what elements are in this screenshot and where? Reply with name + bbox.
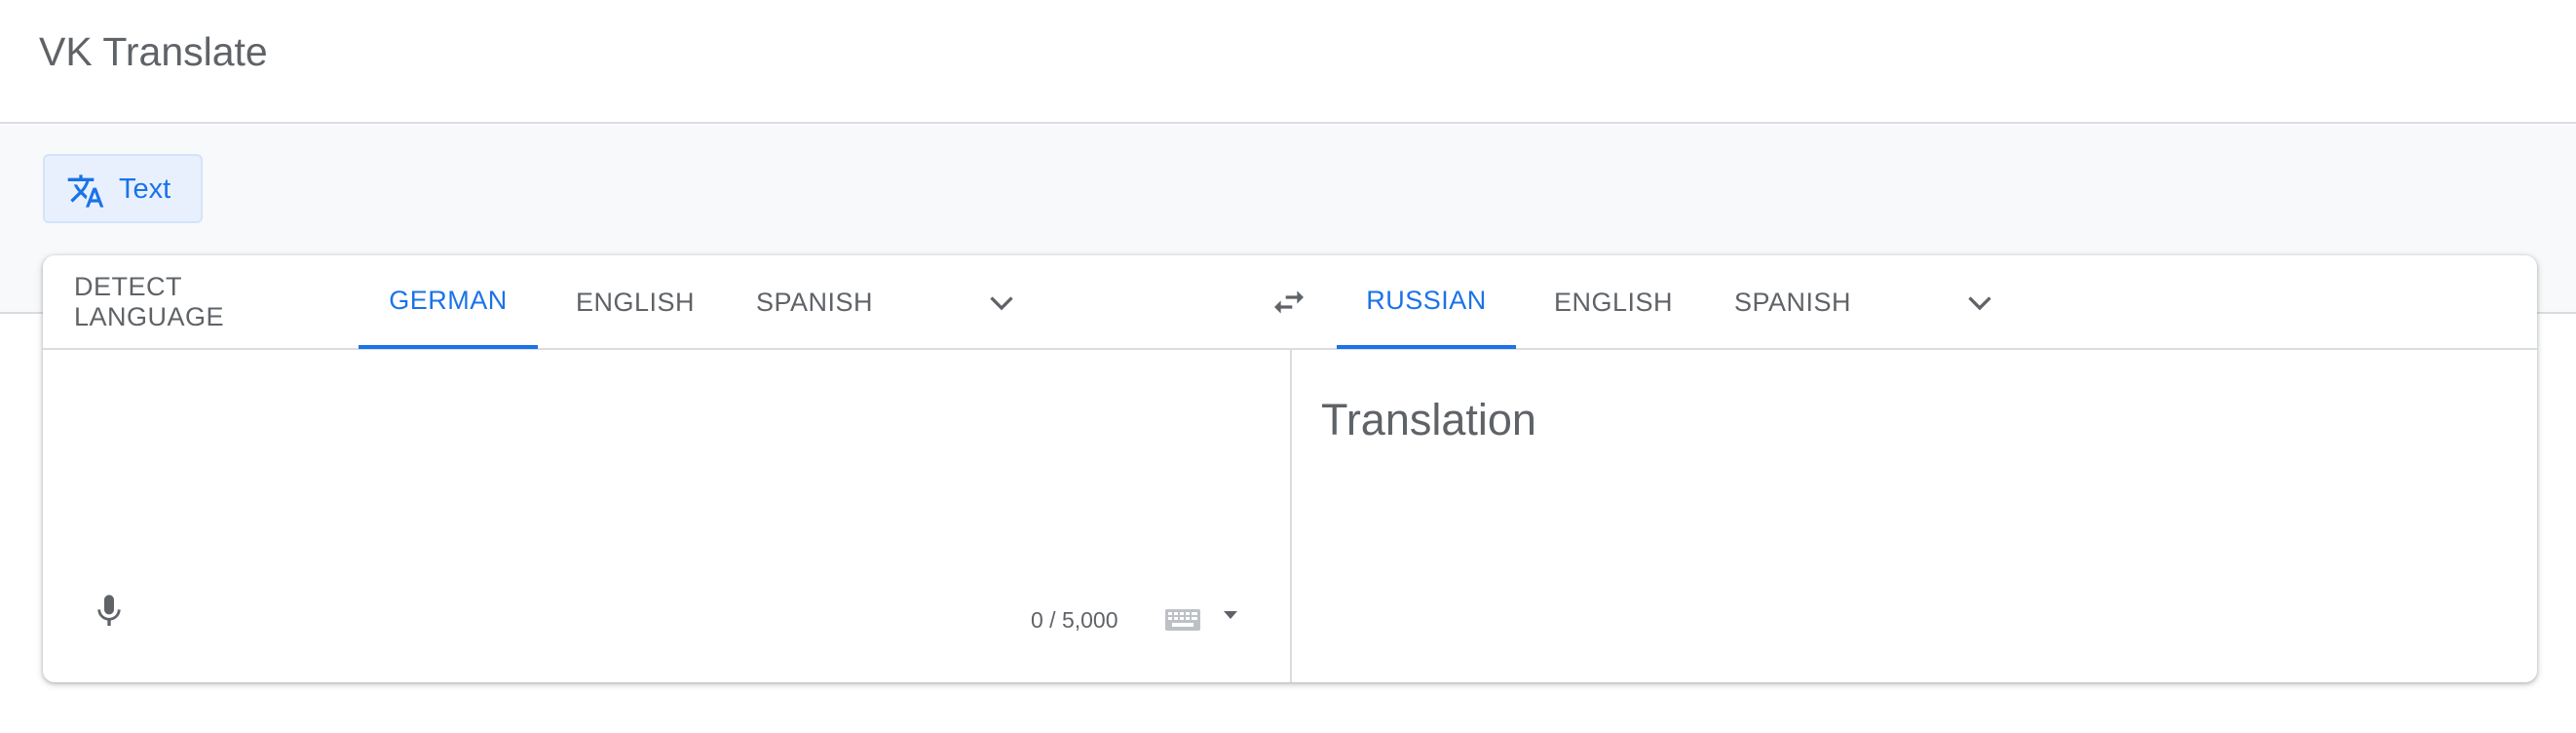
app-header: VK Translate [0,0,2576,124]
target-pane: Translation [1292,350,2537,682]
text-mode-button[interactable]: Text [43,154,203,223]
tab-target-russian[interactable]: RUSSIAN [1337,255,1516,349]
tab-source-english[interactable]: ENGLISH [559,255,711,349]
translation-output: Translation [1321,395,1536,444]
microphone-icon[interactable] [90,590,129,633]
target-more-languages-chevron-down-icon[interactable] [1962,285,1997,320]
swap-languages-icon[interactable] [1269,283,1309,322]
tab-source-german[interactable]: GERMAN [359,255,538,349]
text-mode-label: Text [119,174,171,205]
tab-target-english[interactable]: ENGLISH [1537,255,1689,349]
translate-card: DETECT LANGUAGE GERMAN ENGLISH SPANISH R… [43,255,2537,682]
language-bar: DETECT LANGUAGE GERMAN ENGLISH SPANISH R… [43,255,2537,350]
keyboard-icon[interactable] [1165,609,1200,631]
character-count: 0 / 5,000 [1031,607,1118,633]
source-text-input[interactable] [72,369,1241,564]
source-pane: 0 / 5,000 [43,350,1290,682]
tab-source-spanish[interactable]: SPANISH [733,255,896,349]
app-title: VK Translate [39,29,268,74]
tab-detect-language[interactable]: DETECT LANGUAGE [74,255,337,349]
translate-icon [67,174,104,208]
source-more-languages-chevron-down-icon[interactable] [984,285,1019,320]
keyboard-options-caret-icon[interactable] [1224,611,1237,619]
tab-target-spanish[interactable]: SPANISH [1711,255,1875,349]
